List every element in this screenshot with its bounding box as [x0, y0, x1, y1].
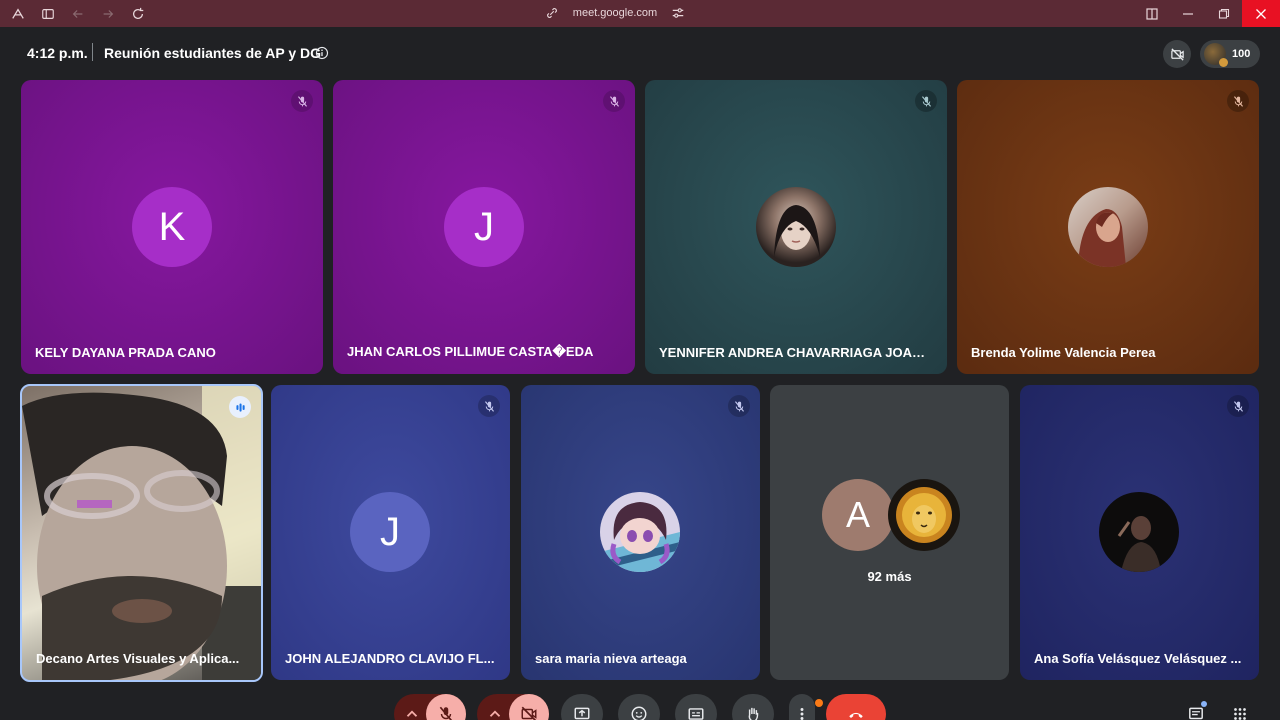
call-end-icon — [849, 712, 863, 718]
participant-name: YENNIFER ANDREA CHAVARRIAGA JOAQUI — [659, 345, 934, 360]
participant-name: Brenda Yolime Valencia Perea — [971, 345, 1156, 360]
hide-tiles-button[interactable] — [1163, 40, 1191, 68]
mic-off-icon — [915, 90, 937, 112]
leave-call-button[interactable] — [826, 694, 886, 720]
avatar: A — [822, 479, 894, 551]
video-off-icon — [521, 706, 537, 720]
close-icon[interactable] — [1242, 0, 1280, 27]
participant-tile[interactable]: K KELY DAYANA PRADA CANO — [21, 80, 323, 374]
video-off-icon — [1170, 47, 1184, 61]
participant-tile[interactable]: sara maria nieva arteaga — [521, 385, 760, 680]
back-arrow-icon[interactable] — [68, 4, 88, 24]
meeting-title: Reunión estudiantes de AP y DG — [104, 45, 322, 61]
participant-name: JOHN ALEJANDRO CLAVIJO FL... — [285, 651, 495, 666]
participant-name: Ana Sofía Velásquez Velásquez ... — [1034, 651, 1242, 666]
mic-off-icon — [1227, 90, 1249, 112]
meeting-details-button[interactable] — [1180, 694, 1212, 720]
split-view-icon[interactable] — [1134, 0, 1170, 27]
camera-button[interactable] — [509, 694, 549, 720]
captions-button[interactable] — [675, 694, 717, 720]
avatar: K — [132, 187, 212, 267]
activities-button[interactable] — [1224, 694, 1256, 720]
present-icon — [574, 707, 590, 720]
participant-tile[interactable]: J JHAN CARLOS PILLIMUE CASTA�EDA — [333, 80, 635, 374]
forward-arrow-icon[interactable] — [98, 4, 118, 24]
more-participants-tile[interactable]: A 92 más — [770, 385, 1009, 680]
url-text: meet.google.com — [572, 7, 658, 19]
present-screen-button[interactable] — [561, 694, 603, 720]
mic-off-icon — [478, 395, 500, 417]
restore-icon[interactable] — [1206, 0, 1242, 27]
profile-photo-icon — [1068, 187, 1148, 267]
audio-options-button[interactable] — [398, 694, 426, 720]
anime-avatar-icon — [600, 492, 680, 572]
browser-menu-icon[interactable] — [8, 4, 28, 24]
apps-grid-icon — [1234, 708, 1246, 720]
camera-feed-icon — [22, 386, 261, 680]
chevron-up-icon — [489, 710, 501, 717]
raise-hand-button[interactable] — [732, 694, 774, 720]
participant-tile[interactable]: J JOHN ALEJANDRO CLAVIJO FL... — [271, 385, 510, 680]
minimize-icon[interactable] — [1170, 0, 1206, 27]
participant-name: JHAN CARLOS PILLIMUE CASTA�EDA — [347, 344, 594, 359]
mic-off-icon — [728, 395, 750, 417]
participant-tile[interactable]: YENNIFER ANDREA CHAVARRIAGA JOAQUI — [645, 80, 947, 374]
meeting-time: 4:12 p.m. — [27, 45, 88, 61]
emoji-icon — [631, 706, 647, 720]
avatar: J — [350, 492, 430, 572]
profile-photo-icon — [756, 187, 836, 267]
meeting-info-icon[interactable] — [315, 46, 329, 60]
participant-tile[interactable]: Brenda Yolime Valencia Perea — [957, 80, 1259, 374]
hand-icon — [748, 707, 759, 720]
chat-icon — [1189, 707, 1203, 720]
more-participants-label: 92 más — [867, 569, 912, 584]
site-info-icon[interactable] — [545, 6, 559, 20]
address-bar[interactable]: meet.google.com — [540, 3, 690, 23]
participant-name: Decano Artes Visuales y Aplica... — [36, 651, 240, 666]
speaking-indicator-icon — [229, 396, 251, 418]
participants-button[interactable]: 100 — [1200, 40, 1260, 68]
browser-titlebar: meet.google.com — [0, 0, 1280, 27]
avatar: J — [444, 187, 524, 267]
notification-dot — [815, 699, 823, 707]
mic-off-icon — [439, 706, 453, 720]
participant-name: KELY DAYANA PRADA CANO — [35, 345, 216, 360]
sidebar-toggle-icon[interactable] — [38, 4, 58, 24]
reactions-button[interactable] — [618, 694, 660, 720]
chevron-up-icon — [406, 710, 418, 717]
mic-off-icon — [1227, 395, 1249, 417]
mic-off-icon — [603, 90, 625, 112]
profile-photo-icon — [1099, 492, 1179, 572]
chat-badge-dot — [1201, 701, 1207, 707]
tune-icon[interactable] — [671, 6, 685, 20]
microphone-button[interactable] — [426, 694, 466, 720]
captions-icon — [688, 708, 704, 720]
participant-tile[interactable]: Ana Sofía Velásquez Velásquez ... — [1020, 385, 1259, 680]
speaker-video-tile[interactable]: Decano Artes Visuales y Aplica... — [20, 384, 263, 682]
reload-icon[interactable] — [128, 4, 148, 24]
participant-avatar-stack — [1204, 43, 1228, 67]
video-options-button[interactable] — [481, 694, 509, 720]
more-options-button[interactable] — [789, 694, 815, 720]
meet-window: meet.google.com 4:12 p.m. Reunión estudi… — [0, 0, 1280, 720]
mic-off-icon — [291, 90, 313, 112]
participant-count: 100 — [1232, 48, 1251, 60]
participant-name: sara maria nieva arteaga — [535, 651, 687, 666]
more-vert-icon — [800, 708, 804, 720]
lion-avatar-icon — [888, 479, 960, 551]
header-divider — [92, 43, 93, 61]
